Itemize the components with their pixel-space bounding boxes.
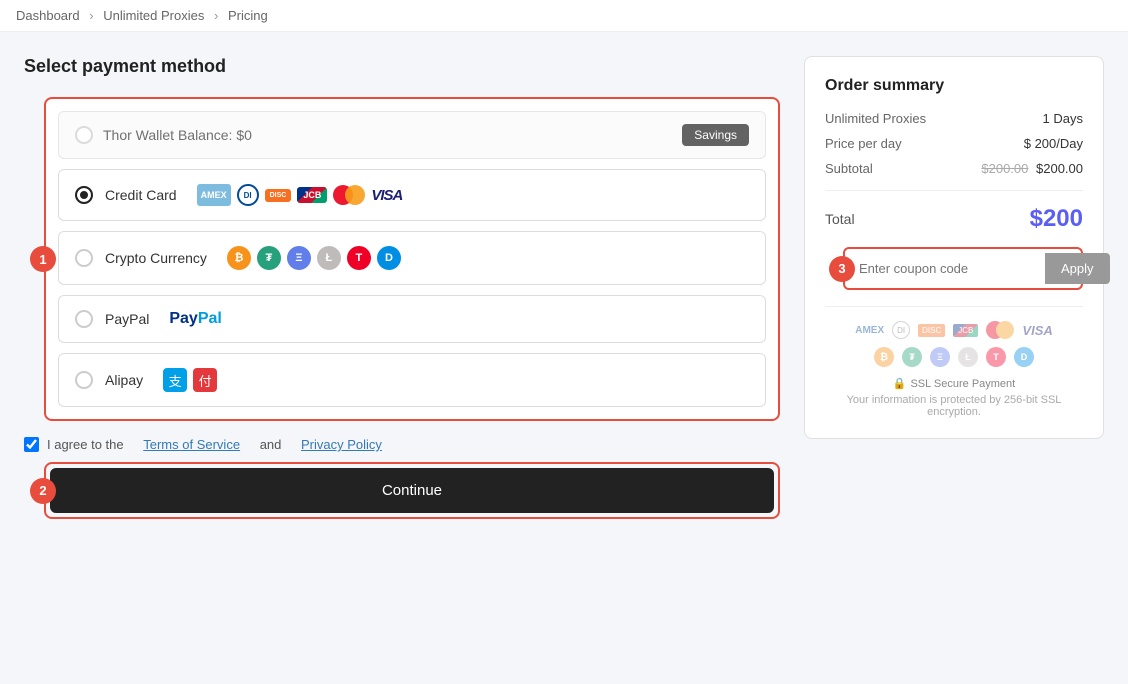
order-summary-card: Order summary Unlimited Proxies 1 Days P… xyxy=(804,56,1104,439)
order-summary-title: Order summary xyxy=(825,77,1083,95)
privacy-policy-link[interactable]: Privacy Policy xyxy=(301,437,382,452)
coupon-inner: Apply xyxy=(849,253,1077,284)
ssl-section: 🔒 SSL Secure Payment Your information is… xyxy=(825,377,1083,418)
litecoin-icon: Ł xyxy=(317,246,341,270)
breadcrumb-dashboard[interactable]: Dashboard xyxy=(16,8,80,23)
terms-checkbox[interactable] xyxy=(24,437,39,452)
bitcoin-icon: ₿ xyxy=(227,246,251,270)
alipay-icon-red: 付 xyxy=(193,368,217,392)
small-diners-icon: DI xyxy=(892,321,910,339)
credit-card-option[interactable]: Credit Card AMEX DI DISC JCB xyxy=(58,169,766,221)
summary-value-product: 1 Days xyxy=(1043,111,1083,126)
ssl-desc: Your information is protected by 256-bit… xyxy=(825,394,1083,418)
summary-value-price: $ 200/Day xyxy=(1024,136,1083,151)
total-row: Total $200 xyxy=(825,205,1083,233)
continue-button[interactable]: Continue xyxy=(50,468,774,513)
small-amex-icon: AMEX xyxy=(855,325,884,336)
divider-1 xyxy=(825,190,1083,191)
paypal-label: PayPal xyxy=(105,311,149,327)
divider-2 xyxy=(825,306,1083,307)
alipay-label: Alipay xyxy=(105,372,143,388)
right-panel: Order summary Unlimited Proxies 1 Days P… xyxy=(804,56,1104,684)
left-panel: Select payment method 1 Thor Wallet Bala… xyxy=(24,56,780,684)
small-usdt-icon: ₮ xyxy=(902,347,922,367)
crypto-label: Crypto Currency xyxy=(105,250,207,266)
terms-row: I agree to the Terms of Service and Priv… xyxy=(24,437,780,452)
small-visa-icon: VISA xyxy=(1022,323,1052,338)
paypal-icons: PayPal xyxy=(169,310,221,328)
lock-icon: 🔒 xyxy=(893,377,907,390)
total-label: Total xyxy=(825,211,855,227)
terms-and: and xyxy=(260,437,282,452)
paypal-option[interactable]: PayPal PayPal xyxy=(58,295,766,343)
diners-icon: DI xyxy=(237,184,259,206)
alipay-radio[interactable] xyxy=(75,371,93,389)
small-trx-icon: T xyxy=(986,347,1006,367)
usdt-icon: ₮ xyxy=(257,246,281,270)
crypto-option[interactable]: Crypto Currency ₿ ₮ Ξ Ł T D xyxy=(58,231,766,285)
alipay-icons: 支 付 xyxy=(163,368,217,392)
badge-1: 1 xyxy=(30,246,56,272)
coupon-input[interactable] xyxy=(849,253,1045,284)
continue-wrapper: 2 Continue xyxy=(44,462,780,519)
subtotal-current: $200.00 xyxy=(1036,161,1083,176)
credit-card-radio[interactable] xyxy=(75,186,93,204)
breadcrumb-sep-1: › xyxy=(89,8,93,23)
discover-icon: DISC xyxy=(265,189,292,202)
ssl-label: 🔒 SSL Secure Payment xyxy=(825,377,1083,390)
mastercard-icon xyxy=(333,185,365,205)
terms-text: I agree to the xyxy=(47,437,124,452)
wallet-radio[interactable] xyxy=(75,126,93,144)
summary-label-price: Price per day xyxy=(825,136,902,151)
coupon-wrapper: Apply xyxy=(843,247,1083,290)
jcb-icon: JCB xyxy=(297,187,327,203)
savings-button[interactable]: Savings xyxy=(682,124,749,146)
breadcrumb: Dashboard › Unlimited Proxies › Pricing xyxy=(0,0,1128,32)
small-btc-icon: ₿ xyxy=(874,347,894,367)
summary-label-subtotal: Subtotal xyxy=(825,161,873,176)
wallet-option[interactable]: Thor Wallet Balance: $0 Savings xyxy=(58,111,766,159)
tron-icon: T xyxy=(347,246,371,270)
alipay-icon-blue: 支 xyxy=(163,368,187,392)
small-mc-icon xyxy=(986,321,1014,339)
paypal-radio[interactable] xyxy=(75,310,93,328)
subtotal-original: $200.00 xyxy=(981,161,1028,176)
badge-3: 3 xyxy=(829,256,855,282)
visa-icon: VISA xyxy=(371,187,402,204)
summary-row-product: Unlimited Proxies 1 Days xyxy=(825,111,1083,126)
summary-label-product: Unlimited Proxies xyxy=(825,111,926,126)
alipay-option[interactable]: Alipay 支 付 xyxy=(58,353,766,407)
crypto-radio[interactable] xyxy=(75,249,93,267)
breadcrumb-current: Pricing xyxy=(228,8,268,23)
total-value: $200 xyxy=(1030,205,1083,233)
terms-of-service-link[interactable]: Terms of Service xyxy=(143,437,240,452)
apply-button[interactable]: Apply xyxy=(1045,253,1110,284)
amex-icon: AMEX xyxy=(197,184,231,206)
paypal-logo: PayPal xyxy=(169,310,221,328)
small-ltc-icon: Ł xyxy=(958,347,978,367)
small-discover-icon: DISC xyxy=(918,324,945,337)
small-eth-icon: Ξ xyxy=(930,347,950,367)
continue-btn-border: Continue xyxy=(44,462,780,519)
breadcrumb-unlimited-proxies[interactable]: Unlimited Proxies xyxy=(103,8,204,23)
ethereum-icon: Ξ xyxy=(287,246,311,270)
wallet-label: Thor Wallet Balance: $0 xyxy=(103,127,252,143)
page-title: Select payment method xyxy=(24,56,780,77)
small-dash-icon: D xyxy=(1014,347,1034,367)
breadcrumb-sep-2: › xyxy=(214,8,218,23)
credit-card-label: Credit Card xyxy=(105,187,177,203)
summary-row-subtotal: Subtotal $200.00 $200.00 xyxy=(825,161,1083,176)
payment-logos-bottom: ₿ ₮ Ξ Ł T D xyxy=(825,347,1083,367)
dash-icon: D xyxy=(377,246,401,270)
crypto-icons: ₿ ₮ Ξ Ł T D xyxy=(227,246,401,270)
summary-row-price: Price per day $ 200/Day xyxy=(825,136,1083,151)
credit-card-icons: AMEX DI DISC JCB xyxy=(197,184,403,206)
badge-2: 2 xyxy=(30,478,56,504)
payment-logos-top: AMEX DI DISC JCB VISA xyxy=(825,321,1083,339)
payment-container: Thor Wallet Balance: $0 Savings Credit C… xyxy=(44,97,780,421)
summary-value-subtotal: $200.00 $200.00 xyxy=(981,161,1083,176)
small-jcb-icon: JCB xyxy=(953,324,978,337)
